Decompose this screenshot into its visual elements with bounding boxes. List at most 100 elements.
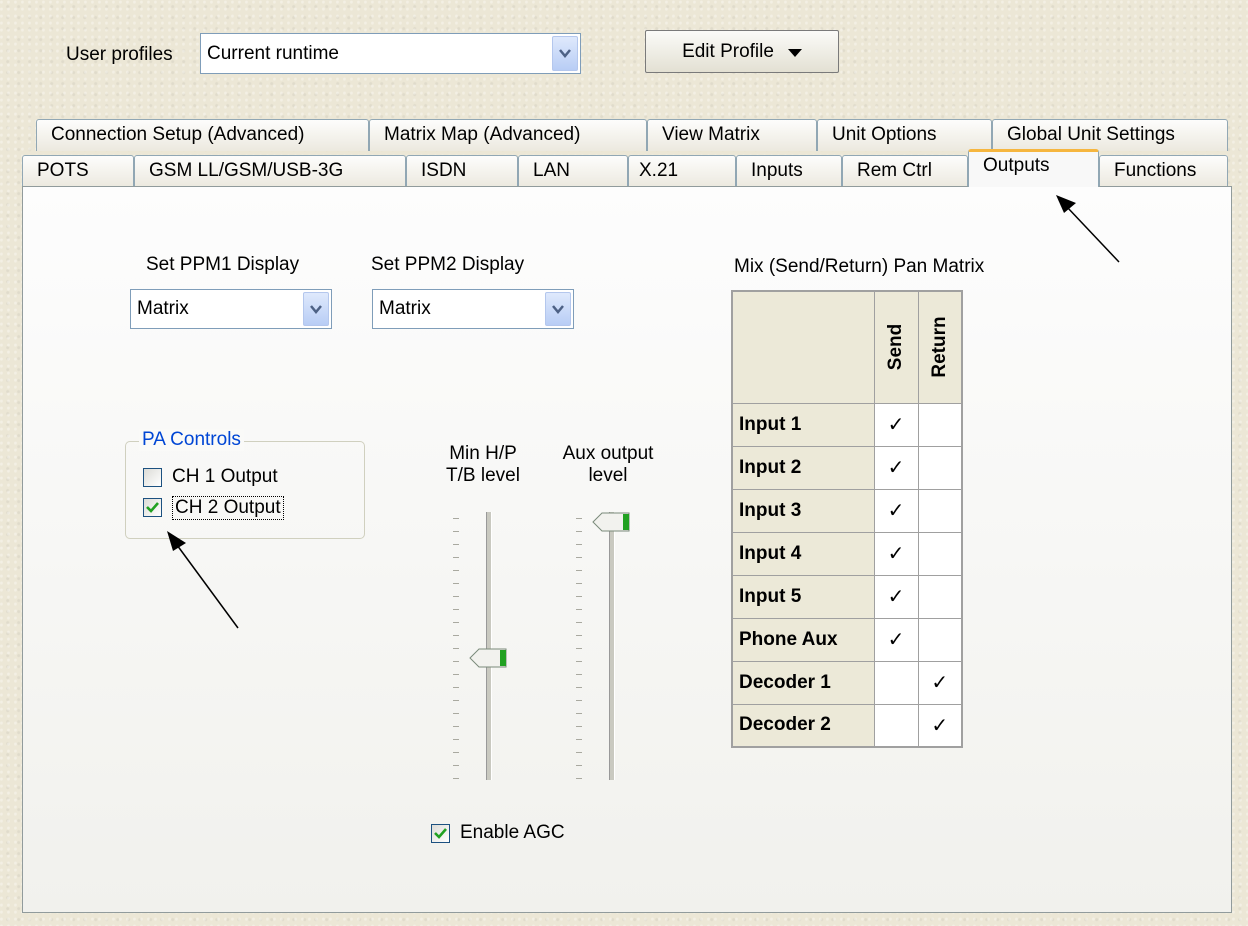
matrix-row: Input 3 ✓: [731, 488, 963, 533]
tab-isdn[interactable]: ISDN: [406, 155, 518, 187]
tab-functions[interactable]: Functions: [1099, 155, 1228, 187]
ch1-output-checkbox[interactable]: [143, 468, 162, 487]
tab-label: View Matrix: [662, 124, 760, 145]
matrix-row-label: Input 2: [731, 445, 875, 490]
ch1-output-label[interactable]: CH 1 Output: [172, 466, 278, 488]
slider-tick: [453, 778, 459, 779]
tab-global-unit-settings[interactable]: Global Unit Settings: [992, 119, 1228, 151]
aux-label-line2: level: [588, 465, 628, 486]
slider-tick: [576, 544, 582, 545]
tab-outputs[interactable]: Outputs: [968, 149, 1099, 187]
enable-agc-checkbox[interactable]: [431, 824, 450, 843]
matrix-cell-send[interactable]: ✓: [873, 488, 919, 533]
slider-tick: [453, 674, 459, 675]
slider-tick: [576, 713, 582, 714]
min-hp-thumb[interactable]: [469, 648, 509, 668]
tab-matrix-map[interactable]: Matrix Map (Advanced): [369, 119, 647, 151]
edit-profile-button[interactable]: Edit Profile: [645, 30, 839, 73]
slider-tick: [576, 752, 582, 753]
slider-tick: [453, 518, 459, 519]
pa-controls-group: [125, 441, 365, 539]
col-return-label: Return: [928, 316, 950, 378]
slider-tick: [576, 609, 582, 610]
matrix-cell-return[interactable]: [917, 617, 963, 662]
matrix-cell-send[interactable]: ✓: [873, 617, 919, 662]
slider-tick: [576, 570, 582, 571]
slider-tick: [453, 570, 459, 571]
slider-tick: [453, 583, 459, 584]
matrix-cell-send[interactable]: ✓: [873, 402, 919, 447]
matrix-row: Input 2 ✓: [731, 445, 963, 490]
profile-select[interactable]: Current runtime: [200, 33, 581, 74]
min-hp-label-line2: T/B level: [446, 465, 520, 486]
matrix-cell-send[interactable]: ✓: [873, 445, 919, 490]
ch2-output-checkbox[interactable]: [143, 498, 162, 517]
slider-tick: [576, 765, 582, 766]
tab-label: LAN: [533, 160, 570, 181]
tab-pots[interactable]: POTS: [22, 155, 134, 187]
tab-inputs[interactable]: Inputs: [736, 155, 842, 187]
matrix-cell-return[interactable]: [917, 445, 963, 490]
tab-unit-options[interactable]: Unit Options: [817, 119, 992, 151]
matrix-cell-return[interactable]: [917, 488, 963, 533]
matrix-row: Decoder 2 ✓: [731, 703, 963, 748]
matrix-cell-send[interactable]: [873, 703, 919, 748]
slider-tick: [576, 700, 582, 701]
chevron-down-icon[interactable]: [303, 292, 329, 326]
slider-tick: [576, 739, 582, 740]
slider-tick: [576, 557, 582, 558]
dropdown-arrow-icon: [787, 41, 802, 63]
matrix-cell-return[interactable]: [917, 402, 963, 447]
matrix-cell-return[interactable]: ✓: [917, 703, 963, 748]
ppm1-label: Set PPM1 Display: [146, 254, 300, 275]
slider-tick: [576, 583, 582, 584]
slider-tick: [576, 674, 582, 675]
aux-level-label: Aux output level: [548, 443, 668, 487]
tab-rem-ctrl[interactable]: Rem Ctrl: [842, 155, 968, 187]
matrix-cell-send[interactable]: ✓: [873, 574, 919, 619]
matrix-cell-return[interactable]: [917, 531, 963, 576]
tab-lan[interactable]: LAN: [518, 155, 628, 187]
min-hp-slider[interactable]: [453, 512, 513, 782]
edit-profile-label: Edit Profile: [682, 40, 774, 62]
slider-tick: [453, 635, 459, 636]
profiles-label: User profiles: [66, 44, 173, 65]
matrix-cell-send[interactable]: [873, 660, 919, 705]
slider-tick: [576, 635, 582, 636]
tab-label: Matrix Map (Advanced): [384, 124, 581, 145]
matrix-cell-return[interactable]: [917, 574, 963, 619]
tab-x21[interactable]: X.21: [628, 155, 736, 187]
matrix-row-label: Decoder 2: [731, 703, 875, 748]
matrix-header-row: Send Return: [731, 290, 963, 404]
tab-connection-setup[interactable]: Connection Setup (Advanced): [36, 119, 369, 151]
slider-tick: [453, 752, 459, 753]
slider-tick: [453, 687, 459, 688]
col-header-return: Return: [917, 290, 963, 404]
tab-gsm[interactable]: GSM LL/GSM/USB-3G: [134, 155, 406, 187]
matrix-row-label: Input 3: [731, 488, 875, 533]
matrix-cell-return[interactable]: ✓: [917, 660, 963, 705]
matrix-title: Mix (Send/Return) Pan Matrix: [734, 256, 985, 277]
slider-tick: [576, 596, 582, 597]
slider-tick: [453, 557, 459, 558]
matrix-row-label: Input 5: [731, 574, 875, 619]
matrix-row-label: Input 1: [731, 402, 875, 447]
enable-agc-label[interactable]: Enable AGC: [460, 822, 565, 844]
tab-view-matrix[interactable]: View Matrix: [647, 119, 817, 151]
chevron-down-icon[interactable]: [552, 36, 578, 71]
slider-tick: [576, 687, 582, 688]
chevron-down-icon[interactable]: [545, 292, 571, 326]
aux-thumb[interactable]: [592, 512, 632, 532]
tab-label: ISDN: [421, 160, 467, 181]
matrix-row-label: Phone Aux: [731, 617, 875, 662]
slider-tick: [453, 596, 459, 597]
slider-tick: [453, 622, 459, 623]
ch2-output-label[interactable]: CH 2 Output: [172, 496, 284, 520]
aux-level-slider[interactable]: [576, 512, 636, 782]
tab-label: Outputs: [983, 155, 1050, 176]
matrix-cell-send[interactable]: ✓: [873, 531, 919, 576]
slider-tick: [576, 648, 582, 649]
ppm2-select[interactable]: Matrix: [372, 289, 574, 329]
slider-tick: [576, 778, 582, 779]
ppm1-select[interactable]: Matrix: [130, 289, 332, 329]
